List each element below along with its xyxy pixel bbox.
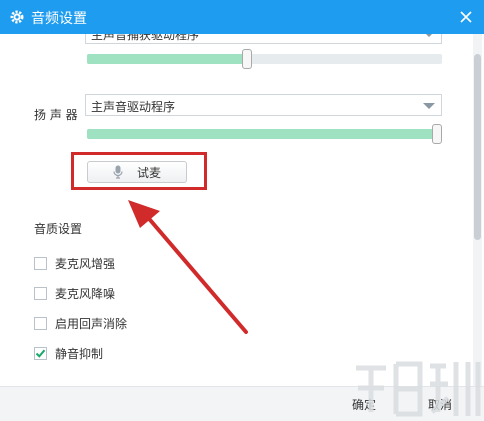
test-mic-button[interactable]: 试麦 (87, 161, 187, 183)
checkbox-row-mic-enhance[interactable]: 麦克风增强 (34, 255, 115, 271)
settings-content: 主声音捕获驱动程序 扬 声 器 主声音驱动程序 试麦 音质设置 麦克风增强 麦克… (0, 34, 484, 386)
vertical-scrollbar[interactable] (473, 34, 482, 386)
microphone-volume-thumb[interactable] (242, 49, 252, 69)
chevron-down-icon (423, 103, 435, 109)
close-button[interactable] (456, 7, 476, 27)
mic-denoise-label: 麦克风降噪 (55, 286, 116, 301)
silence-suppress-label: 静音抑制 (55, 346, 104, 361)
speaker-device-value: 主声音驱动程序 (91, 100, 176, 114)
scrollbar-thumb[interactable] (474, 54, 481, 240)
quality-section-title: 音质设置 (34, 222, 83, 236)
speaker-volume-slider[interactable] (87, 124, 442, 144)
window-title: 音频设置 (31, 11, 87, 27)
mic-enhance-label: 麦克风增强 (55, 256, 116, 271)
test-mic-label: 试麦 (136, 165, 161, 180)
checkbox-row-mic-denoise[interactable]: 麦克风降噪 (34, 285, 115, 301)
title-bar: 音频设置 (0, 0, 484, 34)
echo-cancel-checkbox[interactable] (34, 316, 47, 330)
chevron-down-icon (423, 34, 435, 37)
speaker-volume-fill (87, 129, 437, 139)
mic-denoise-checkbox[interactable] (34, 286, 47, 300)
checkmark-icon (35, 349, 46, 358)
arrow-annotation (128, 200, 248, 334)
speaker-device-select[interactable]: 主声音驱动程序 (85, 94, 442, 116)
speaker-volume-thumb[interactable] (432, 124, 442, 144)
microphone-device-value: 主声音捕获驱动程序 (91, 34, 200, 42)
echo-cancel-label: 启用回声消除 (55, 316, 128, 331)
silence-suppress-checkbox[interactable] (34, 346, 47, 360)
checkbox-row-echo-cancel[interactable]: 启用回声消除 (34, 315, 127, 331)
microphone-volume-fill (87, 54, 247, 64)
microphone-volume-slider[interactable] (87, 49, 442, 69)
microphone-icon (113, 165, 123, 179)
close-icon (460, 11, 472, 23)
speaker-label: 扬 声 器 (34, 108, 78, 122)
microphone-device-select[interactable]: 主声音捕获驱动程序 (85, 34, 442, 44)
watermark-logo (356, 361, 481, 417)
checkbox-row-silence-suppress[interactable]: 静音抑制 (34, 345, 103, 361)
mic-enhance-checkbox[interactable] (34, 256, 47, 270)
gear-icon (10, 10, 24, 24)
